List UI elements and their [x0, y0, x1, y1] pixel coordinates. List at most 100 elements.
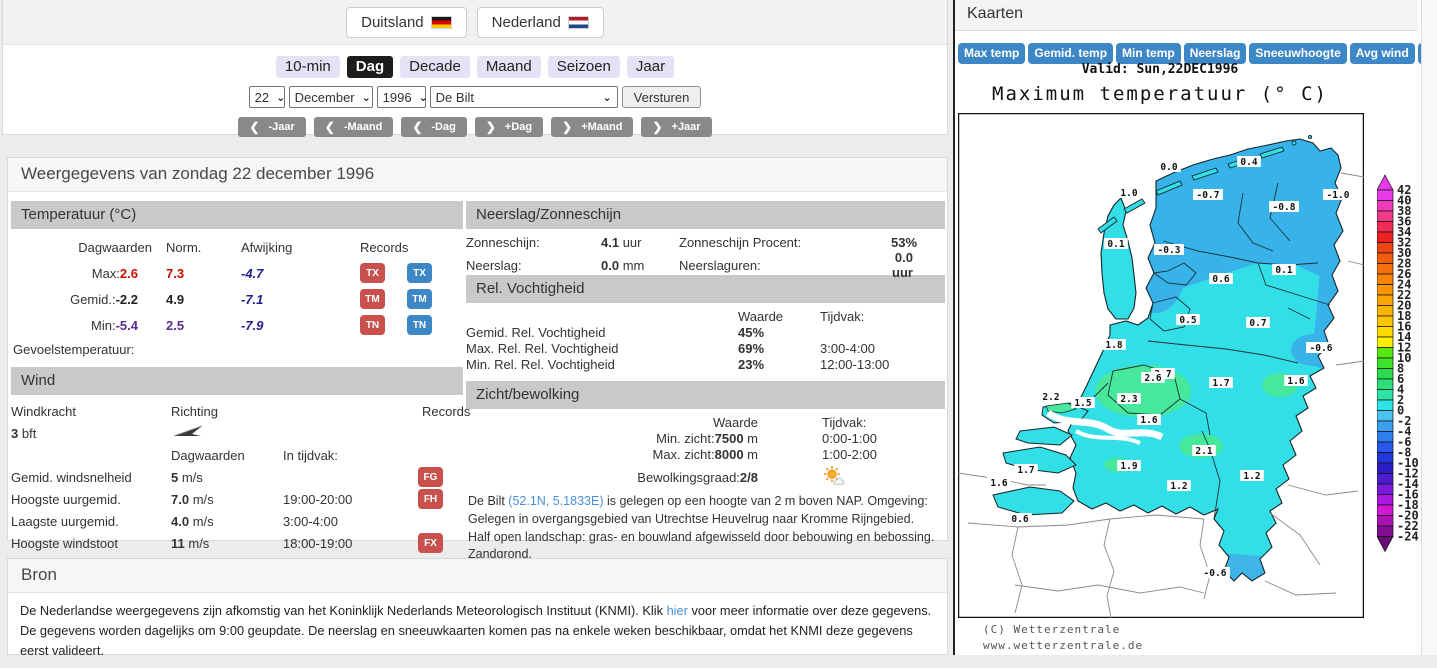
svg-text:-0.6: -0.6 — [1204, 568, 1227, 579]
station-select[interactable]: De Bilt ⌄ — [429, 86, 618, 108]
country-label: Nederland — [491, 13, 561, 31]
map-valid-date: Valid: Sun,22DEC1996 — [1081, 62, 1239, 77]
bron-panel: Bron De Nederlandse weergegevens zijn af… — [7, 558, 948, 658]
wind-row: Gemid. windsnelheid 5 m/s FG — [11, 466, 463, 488]
neerslag-rows: Zonneschijn: 4.1 uur Zonneschijn Procent: 5… — [466, 234, 945, 281]
tab-seizoen[interactable]: Seizoen — [547, 56, 620, 78]
svg-text:0.6: 0.6 — [1011, 514, 1028, 525]
humidity-rows: Gemid. Rel. Vochtigheid 45% Max. Rel. Rel.… — [466, 324, 945, 372]
svg-text:2.3: 2.3 — [1120, 394, 1137, 405]
nav-button-+jaar[interactable]: ❯ +Jaar — [641, 117, 712, 137]
kaarten-sidebar: Kaarten Max temp Gemid. temp Min temp Neers… — [953, 0, 1437, 655]
left-column: Temperatuur (°C) Dagwaarden Norm. Afwijk… — [11, 201, 471, 554]
year-select[interactable]: 1996 ⌄ — [376, 86, 428, 108]
kaarten-title: Kaarten — [955, 0, 1418, 31]
svg-text:1.7: 1.7 — [1212, 378, 1229, 389]
right-column: Neerslag/Zonneschijn Zonneschijn: 4.1 uur… — [466, 201, 945, 564]
hier-link[interactable]: hier — [667, 603, 688, 618]
country-button-nederland[interactable]: Nederland — [476, 6, 604, 38]
date-nav-buttons: ❮ -Jaar ❮ -Maand ❮ -Dag ❯ +Dag ❯ +Maand ❯ +Jaar — [3, 117, 947, 137]
coords-link[interactable]: (52.1N, 5.1833E) — [508, 494, 603, 508]
svg-text:-24: -24 — [1397, 530, 1419, 544]
visibility-rows: Min. zicht:7500 m 0:00-1:00 Max. zicht:800… — [466, 430, 945, 462]
nav-button--maand[interactable]: ❮ -Maand — [313, 117, 394, 137]
country-bar: Duitsland Nederland — [3, 0, 947, 45]
period-tabs: 10-min Dag Decade Maand Seizoen Jaar — [3, 56, 947, 78]
gevoelstemperatuur-label: Gevoelstemperatuur: — [13, 342, 135, 357]
visibility-row: Max. zicht:8000 m 1:00-2:00 — [652, 446, 877, 462]
month-select[interactable]: December ⌄ — [288, 86, 373, 108]
tab-decade[interactable]: Decade — [400, 56, 470, 78]
svg-text:0.0: 0.0 — [1160, 162, 1177, 173]
chevron-left-icon: ❮ — [412, 119, 423, 134]
country-label: Duitsland — [361, 13, 424, 31]
chevron-right-icon: ❯ — [485, 119, 496, 134]
chevron-right-icon: ❯ — [652, 119, 663, 134]
section-vochtigheid: Rel. Vochtigheid — [466, 275, 945, 303]
nav-button--dag[interactable]: ❮ -Dag — [401, 117, 467, 137]
chevron-right-icon: ❯ — [562, 119, 573, 134]
day-select[interactable]: 22 ⌄ — [248, 86, 286, 108]
page-title: Weergegevens van zondag 22 december 1996 — [8, 158, 947, 192]
chevron-down-icon: ⌄ — [361, 91, 371, 104]
svg-text:1.2: 1.2 — [1170, 481, 1187, 492]
svg-text:-0.7: -0.7 — [1197, 190, 1220, 201]
map-button-min-temp[interactable]: Min temp — [1116, 43, 1181, 64]
wind-row: Hoogste windstoot 11 m/s 18:00-19:00 FX — [11, 532, 463, 554]
wind-row: Laagste uurgemid. 4.0 m/s 3:00-4:00 — [11, 513, 338, 529]
tab-10-min[interactable]: 10-min — [275, 56, 340, 78]
svg-text:1.9: 1.9 — [1120, 461, 1137, 472]
svg-text:-0.3: -0.3 — [1158, 245, 1181, 256]
chevron-down-icon: ⌄ — [276, 91, 286, 104]
temp-row: Min:-5.4 2.5 -7.9 TN TN — [11, 312, 463, 338]
svg-text:0.1: 0.1 — [1107, 239, 1124, 250]
svg-text:0.6: 0.6 — [1212, 274, 1229, 285]
chevron-down-icon: ⌄ — [602, 91, 612, 104]
map-button-max-temp[interactable]: Max temp — [958, 43, 1026, 64]
nav-button-+maand[interactable]: ❯ +Maand — [551, 117, 634, 137]
tab-dag[interactable]: Dag — [346, 56, 394, 78]
svg-text:1.0: 1.0 — [1120, 188, 1137, 199]
country-button-duitsland[interactable]: Duitsland — [346, 6, 467, 38]
nav-button--jaar[interactable]: ❮ -Jaar — [238, 117, 306, 137]
section-zicht: Zicht/bewolking — [466, 381, 945, 409]
humidity-row: Max. Rel. Rel. Vochtigheid 69% 3:00-4:00 — [466, 340, 875, 356]
map-copyright: (C) Wetterzentrale www.wetterzentrale.de — [983, 623, 1144, 652]
wind-row: Hoogste uurgemid. 7.0 m/s 19:00-20:00 FH — [11, 488, 463, 510]
map-button-gemid-temp[interactable]: Gemid. temp — [1028, 43, 1114, 64]
map-button-avg-wind[interactable]: Avg wind — [1349, 43, 1415, 64]
visibility-header-row: Waarde Tijdvak: — [712, 414, 867, 430]
section-wind: Wind — [11, 367, 463, 395]
weather-data-panel: Weergegevens van zondag 22 december 1996… — [7, 157, 948, 561]
svg-text:1.7: 1.7 — [1017, 465, 1034, 476]
visibility-row: Min. zicht:7500 m 0:00-1:00 — [656, 430, 877, 446]
svg-text:1.6: 1.6 — [1140, 415, 1157, 426]
neerslag-row: Neerslag: 0.0 mm Neerslaguren: 0.0 uur — [466, 250, 913, 280]
record-badge-red: FH — [418, 489, 443, 509]
svg-text:-1.0: -1.0 — [1327, 190, 1350, 201]
sun-cloud-icon — [766, 465, 945, 489]
german-flag-icon — [430, 15, 452, 29]
map-type-buttons: Max temp Gemid. temp Min temp Neerslag Sneeu… — [958, 43, 1437, 64]
control-panel: Duitsland Nederland 10-min Dag Decade Maand… — [2, 0, 948, 137]
tab-maand[interactable]: Maand — [476, 56, 541, 78]
bron-text: De Nederlandse weergegevens zijn afkomst… — [20, 603, 932, 658]
neerslag-row: Zonneschijn: 4.1 uur Zonneschijn Procent: 5… — [466, 234, 918, 250]
dutch-flag-icon — [567, 15, 589, 29]
svg-text:2.2: 2.2 — [1042, 392, 1059, 403]
scrollbar[interactable] — [1421, 0, 1437, 655]
svg-text:1.8: 1.8 — [1105, 340, 1122, 351]
bron-title: Bron — [8, 559, 947, 593]
tab-jaar[interactable]: Jaar — [626, 56, 675, 78]
chevron-down-icon: ⌄ — [418, 91, 428, 104]
map-button-sneeuwhoogte[interactable]: Sneeuwhoogte — [1249, 43, 1347, 64]
svg-text:2.1: 2.1 — [1195, 446, 1212, 457]
submit-button[interactable]: Versturen — [621, 86, 702, 108]
svg-text:1.6: 1.6 — [990, 478, 1007, 489]
nav-button-+dag[interactable]: ❯ +Dag — [474, 117, 544, 137]
record-badge-red: TM — [360, 289, 385, 309]
record-badge-red: FG — [418, 467, 443, 487]
temp-table-header: Dagwaarden Norm. Afwijking Records — [78, 239, 409, 255]
map-button-neerslag[interactable]: Neerslag — [1183, 43, 1247, 64]
wind-header-row: Windkracht Richting Records — [11, 403, 471, 419]
